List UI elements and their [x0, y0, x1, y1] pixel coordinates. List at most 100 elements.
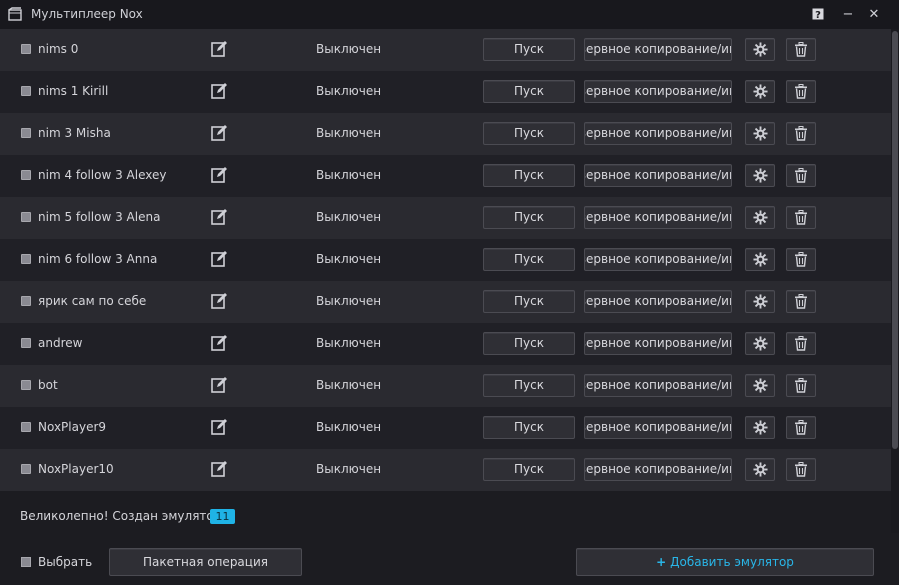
emulator-name: andrew [38, 336, 83, 350]
backup-import-button[interactable]: Резервное копирование/импорт [584, 122, 732, 145]
edit-name-icon[interactable] [210, 250, 228, 268]
delete-button[interactable] [786, 416, 816, 439]
close-button[interactable]: ✕ [866, 6, 882, 22]
settings-button[interactable] [745, 80, 775, 103]
backup-import-button[interactable]: Резервное копирование/импорт [584, 332, 732, 355]
backup-import-button[interactable]: Резервное копирование/импорт [584, 458, 732, 481]
emulator-name: ярик сам по себе [38, 294, 147, 308]
row-checkbox[interactable] [21, 212, 31, 222]
settings-button[interactable] [745, 374, 775, 397]
start-button[interactable]: Пуск [483, 206, 575, 229]
settings-button[interactable] [745, 290, 775, 313]
settings-button[interactable] [745, 206, 775, 229]
emulator-count-badge: 11 [210, 509, 235, 524]
row-checkbox[interactable] [21, 380, 31, 390]
trash-icon [794, 84, 808, 99]
settings-button[interactable] [745, 248, 775, 271]
settings-button[interactable] [745, 164, 775, 187]
trash-icon [794, 462, 808, 477]
add-emulator-button[interactable]: + Добавить эмулятор [576, 548, 874, 576]
start-button[interactable]: Пуск [483, 416, 575, 439]
edit-name-icon[interactable] [210, 460, 228, 478]
edit-name-icon[interactable] [210, 82, 228, 100]
delete-button[interactable] [786, 248, 816, 271]
select-all-label: Выбрать [38, 555, 93, 569]
row-checkbox[interactable] [21, 128, 31, 138]
row-checkbox[interactable] [21, 338, 31, 348]
backup-import-button[interactable]: Резервное копирование/импорт [584, 374, 732, 397]
delete-button[interactable] [786, 458, 816, 481]
start-button[interactable]: Пуск [483, 458, 575, 481]
start-button[interactable]: Пуск [483, 164, 575, 187]
creation-notice: Великолепно! Создан эмулятор: [20, 509, 226, 523]
emulator-status: Выключен [316, 336, 382, 350]
gear-icon [752, 294, 768, 309]
emulator-name: nim 4 follow 3 Alexey [38, 168, 167, 182]
gear-icon [752, 336, 768, 351]
start-button[interactable]: Пуск [483, 248, 575, 271]
delete-button[interactable] [786, 164, 816, 187]
delete-button[interactable] [786, 38, 816, 61]
gear-icon [752, 42, 768, 57]
start-button[interactable]: Пуск [483, 80, 575, 103]
edit-name-icon[interactable] [210, 418, 228, 436]
row-checkbox[interactable] [21, 464, 31, 474]
row-checkbox[interactable] [21, 254, 31, 264]
backup-import-button[interactable]: Резервное копирование/импорт [584, 290, 732, 313]
edit-name-icon[interactable] [210, 376, 228, 394]
delete-button[interactable] [786, 290, 816, 313]
settings-button[interactable] [745, 458, 775, 481]
backup-import-button[interactable]: Резервное копирование/импорт [584, 206, 732, 229]
row-checkbox[interactable] [21, 170, 31, 180]
edit-name-icon[interactable] [210, 292, 228, 310]
edit-name-icon[interactable] [210, 334, 228, 352]
trash-icon [794, 42, 808, 57]
emulator-row: nims 1 Kirill Выключен Пуск Резервное копир… [0, 71, 891, 113]
multiplayer-app-icon [8, 7, 22, 21]
settings-button[interactable] [745, 416, 775, 439]
backup-import-button[interactable]: Резервное копирование/импорт [584, 416, 732, 439]
backup-import-button[interactable]: Резервное копирование/импорт [584, 248, 732, 271]
settings-button[interactable] [745, 38, 775, 61]
gear-icon [752, 210, 768, 225]
edit-name-icon[interactable] [210, 124, 228, 142]
edit-name-icon[interactable] [210, 40, 228, 58]
emulator-name: bot [38, 378, 58, 392]
settings-button[interactable] [745, 332, 775, 355]
emulator-row: nim 4 follow 3 Alexey Выключен Пуск Резервн… [0, 155, 891, 197]
row-checkbox[interactable] [21, 422, 31, 432]
delete-button[interactable] [786, 374, 816, 397]
backup-import-button[interactable]: Резервное копирование/импорт [584, 80, 732, 103]
select-all-checkbox[interactable] [21, 557, 31, 567]
delete-button[interactable] [786, 80, 816, 103]
minimize-button[interactable]: − [840, 6, 856, 22]
start-button[interactable]: Пуск [483, 374, 575, 397]
edit-name-icon[interactable] [210, 166, 228, 184]
row-checkbox[interactable] [21, 44, 31, 54]
emulator-status: Выключен [316, 420, 382, 434]
plus-icon: + [656, 555, 667, 569]
trash-icon [794, 126, 808, 141]
row-checkbox[interactable] [21, 296, 31, 306]
help-button[interactable]: ? [810, 6, 826, 22]
start-button[interactable]: Пуск [483, 290, 575, 313]
trash-icon [794, 168, 808, 183]
batch-operation-button[interactable]: Пакетная операция [109, 548, 302, 576]
emulator-list: nims 0 Выключен Пуск Резервное копирование/… [0, 29, 891, 533]
backup-import-button[interactable]: Резервное копирование/импорт [584, 38, 732, 61]
emulator-row: ярик сам по себе Выключен Пуск Резервное ко… [0, 281, 891, 323]
start-button[interactable]: Пуск [483, 332, 575, 355]
row-checkbox[interactable] [21, 86, 31, 96]
edit-name-icon[interactable] [210, 208, 228, 226]
emulator-status: Выключен [316, 42, 382, 56]
start-button[interactable]: Пуск [483, 38, 575, 61]
start-button[interactable]: Пуск [483, 122, 575, 145]
scrollbar-thumb[interactable] [892, 31, 898, 449]
emulator-status: Выключен [316, 126, 382, 140]
gear-icon [752, 378, 768, 393]
settings-button[interactable] [745, 122, 775, 145]
delete-button[interactable] [786, 122, 816, 145]
backup-import-button[interactable]: Резервное копирование/импорт [584, 164, 732, 187]
delete-button[interactable] [786, 332, 816, 355]
delete-button[interactable] [786, 206, 816, 229]
